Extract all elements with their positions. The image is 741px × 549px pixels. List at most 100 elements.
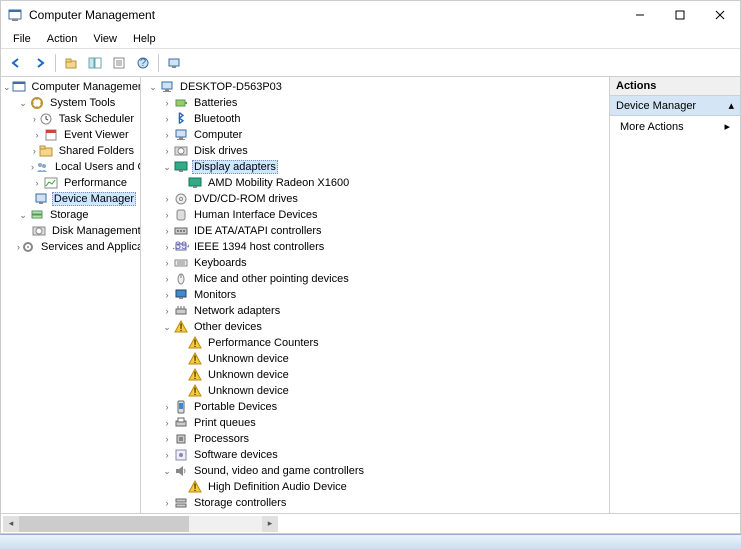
tree-item[interactable]: ⌄Sound, video and game controllers [141, 463, 609, 479]
horizontal-scrollbar[interactable]: ◂ ▸ [3, 516, 278, 532]
svg-text:!: ! [193, 370, 196, 382]
tree-item[interactable]: ›DVD/CD-ROM drives [141, 191, 609, 207]
collapse-icon[interactable]: ⌄ [147, 82, 159, 93]
collapse-icon[interactable]: ⌄ [17, 98, 29, 109]
tree-item[interactable]: ›Disk drives [141, 143, 609, 159]
collapse-icon[interactable]: ⌄ [17, 210, 29, 221]
expand-icon[interactable]: › [31, 114, 38, 124]
collapse-icon[interactable]: ⌄ [3, 82, 11, 93]
tree-item[interactable]: ⌄ Storage [1, 207, 140, 223]
action-more[interactable]: More Actions ▸ [610, 116, 740, 137]
expand-icon[interactable]: › [161, 402, 173, 412]
expand-icon[interactable]: › [161, 418, 173, 428]
scroll-left-button[interactable]: ◂ [3, 516, 19, 532]
back-button[interactable] [5, 52, 27, 74]
device-tree[interactable]: ⌄DESKTOP-D563P03›Batteries›Bluetooth›Com… [141, 77, 610, 513]
expand-icon[interactable]: › [31, 130, 43, 140]
expand-icon[interactable]: › [31, 146, 38, 156]
tree-item[interactable]: !Unknown device [141, 351, 609, 367]
collapse-icon[interactable]: ⌄ [161, 322, 173, 333]
expand-icon[interactable]: › [161, 290, 173, 300]
menu-help[interactable]: Help [125, 31, 164, 47]
expand-icon[interactable]: › [161, 210, 173, 220]
tree-item-label: Storage [48, 209, 91, 221]
collapse-icon[interactable]: ⌄ [161, 162, 173, 173]
expand-icon[interactable]: › [161, 114, 173, 124]
scroll-right-button[interactable]: ▸ [262, 516, 278, 532]
tree-item[interactable]: › Mice and other pointing devices [141, 271, 609, 287]
tree-item[interactable]: AMD Mobility Radeon X1600 [141, 175, 609, 191]
hid-icon [173, 207, 189, 223]
forward-button[interactable] [29, 52, 51, 74]
tree-item[interactable]: ›Human Interface Devices [141, 207, 609, 223]
show-hide-tree-button[interactable] [84, 52, 106, 74]
menu-action[interactable]: Action [39, 31, 86, 47]
tree-item[interactable]: !Unknown device [141, 383, 609, 399]
tree-item[interactable]: › Event Viewer [1, 127, 140, 143]
tree-item[interactable]: ›Print queues [141, 415, 609, 431]
tree-item[interactable]: ⌄Computer Management (Local) [1, 79, 140, 95]
help-button[interactable]: ? [132, 52, 154, 74]
tree-item[interactable]: ›Performance [1, 175, 140, 191]
disk-icon [173, 143, 189, 159]
expand-icon[interactable]: › [161, 226, 173, 236]
tree-item[interactable]: ›Portable Devices [141, 399, 609, 415]
expand-icon[interactable]: › [161, 98, 173, 108]
tree-item[interactable]: !Performance Counters [141, 335, 609, 351]
tree-item[interactable]: ⌄!Other devices [141, 319, 609, 335]
expand-icon[interactable]: › [161, 258, 173, 268]
properties-button[interactable] [108, 52, 130, 74]
actions-category[interactable]: Device Manager ▴ [610, 96, 740, 116]
tree-item[interactable]: ›Services and Applications [1, 239, 140, 255]
tree-item[interactable]: !Unknown device [141, 367, 609, 383]
expand-icon[interactable]: › [161, 306, 173, 316]
expand-icon[interactable]: › [161, 146, 173, 156]
tree-item[interactable]: ›Task Scheduler [1, 111, 140, 127]
svg-text:1394: 1394 [173, 240, 189, 252]
expand-icon[interactable]: › [161, 274, 173, 284]
tree-item[interactable]: ›Network adapters [141, 303, 609, 319]
expand-icon[interactable]: › [161, 130, 173, 140]
menu-view[interactable]: View [85, 31, 125, 47]
maximize-button[interactable] [660, 1, 700, 29]
net-icon [173, 303, 189, 319]
tree-item[interactable]: ›Processors [141, 431, 609, 447]
expand-icon[interactable]: › [161, 194, 173, 204]
tree-item[interactable]: Disk Management [1, 223, 140, 239]
up-button[interactable] [60, 52, 82, 74]
tree-item[interactable]: ›IDE ATA/ATAPI controllers [141, 223, 609, 239]
titlebar[interactable]: Computer Management [1, 1, 740, 29]
warn-icon: ! [187, 335, 203, 351]
tree-item[interactable]: ›Keyboards [141, 255, 609, 271]
tree-item[interactable]: ›Monitors [141, 287, 609, 303]
expand-icon[interactable]: › [161, 242, 173, 252]
tree-item[interactable]: ⌄DESKTOP-D563P03 [141, 79, 609, 95]
tree-item[interactable]: ⌄Display adapters [141, 159, 609, 175]
tree-item-label: Event Viewer [62, 129, 131, 141]
tree-item[interactable]: ›Storage controllers [141, 495, 609, 511]
minimize-button[interactable] [620, 1, 660, 29]
tree-item[interactable]: Device Manager [1, 191, 140, 207]
tree-item-label: High Definition Audio Device [206, 481, 349, 493]
display-icon [173, 159, 189, 175]
expand-icon[interactable]: › [161, 434, 173, 444]
tree-item[interactable]: ›Software devices [141, 447, 609, 463]
close-button[interactable] [700, 1, 740, 29]
expand-icon[interactable]: › [31, 178, 43, 188]
tree-item[interactable]: ›Local Users and Groups [1, 159, 140, 175]
scan-button[interactable] [163, 52, 185, 74]
pc-icon [159, 79, 175, 95]
tree-item[interactable]: ›Shared Folders [1, 143, 140, 159]
navigation-tree[interactable]: ⌄Computer Management (Local)⌄System Tool… [1, 77, 141, 513]
tree-item-label: Mice and other pointing devices [192, 273, 351, 285]
tree-item[interactable]: ›Bluetooth [141, 111, 609, 127]
menu-file[interactable]: File [5, 31, 39, 47]
tree-item[interactable]: !High Definition Audio Device [141, 479, 609, 495]
expand-icon[interactable]: › [161, 498, 173, 508]
collapse-icon[interactable]: ⌄ [161, 466, 173, 477]
tree-item[interactable]: ›Batteries [141, 95, 609, 111]
expand-icon[interactable]: › [161, 450, 173, 460]
tree-item[interactable]: ›1394IEEE 1394 host controllers [141, 239, 609, 255]
tree-item[interactable]: ⌄System Tools [1, 95, 140, 111]
tree-item[interactable]: ›Computer [141, 127, 609, 143]
